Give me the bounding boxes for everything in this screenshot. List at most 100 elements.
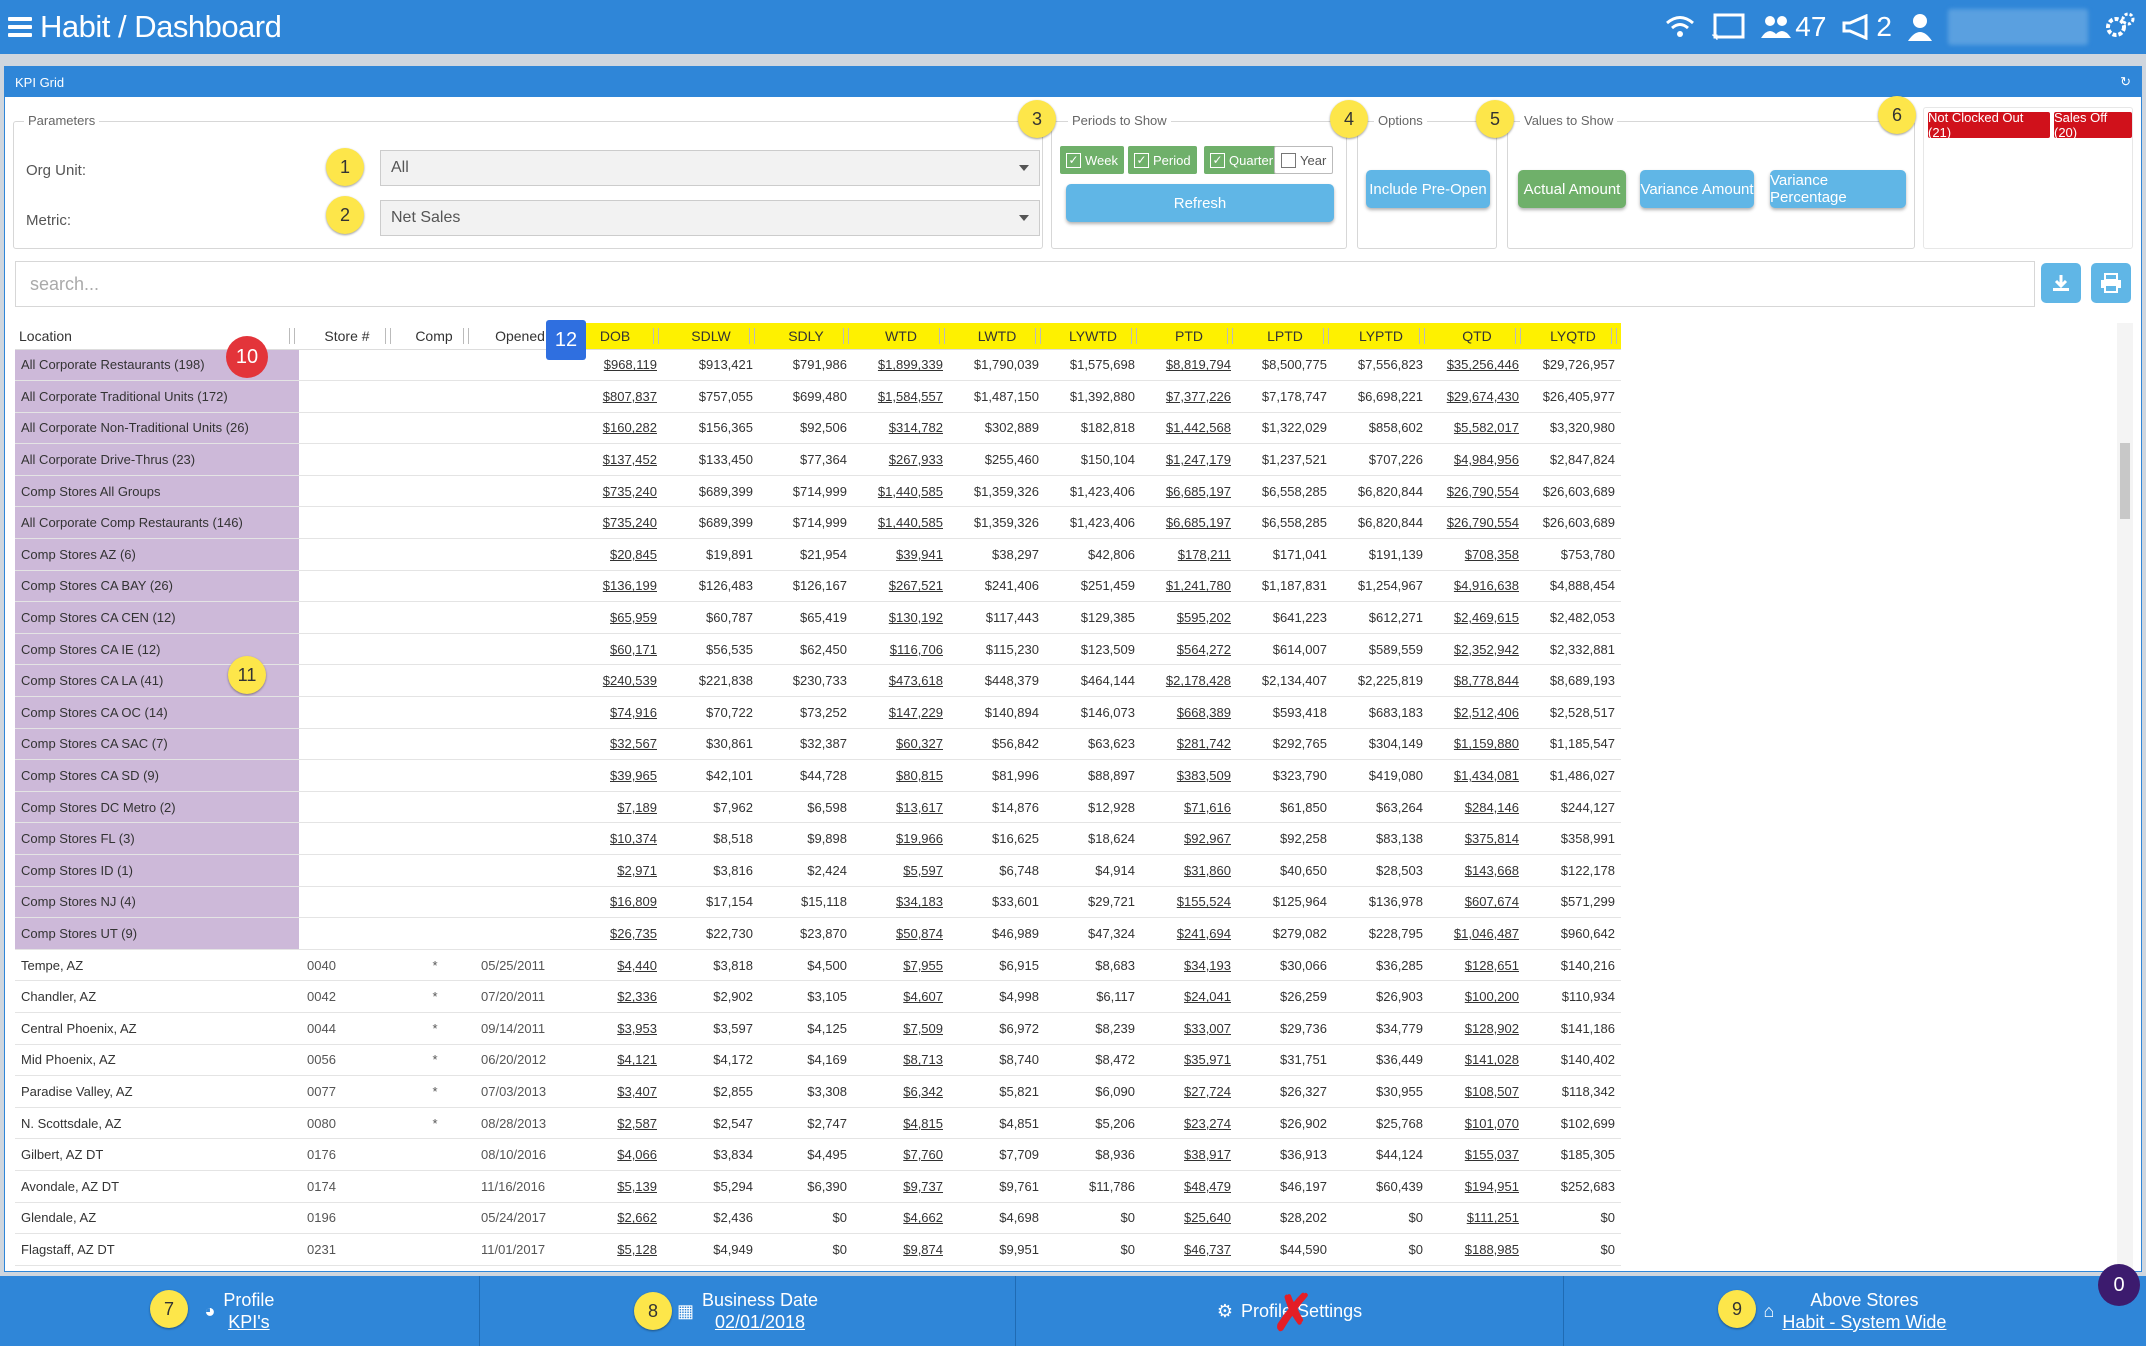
table-cell[interactable]: $3,953 xyxy=(567,1012,663,1045)
not-clocked-out-button[interactable]: Not Clocked Out (21) xyxy=(1928,110,2050,140)
table-cell[interactable]: $34,193 xyxy=(1141,949,1237,982)
drilldown-link[interactable]: $4,440 xyxy=(617,958,657,973)
column-header[interactable]: LYWTD xyxy=(1045,323,1141,350)
store-row[interactable]: Central Phoenix, AZ 0044 * 09/14/2011 $3,953… xyxy=(15,1012,1621,1045)
drilldown-link[interactable]: $267,933 xyxy=(889,452,943,467)
table-cell[interactable]: $473,618 xyxy=(853,664,949,698)
drilldown-link[interactable]: $267,521 xyxy=(889,578,943,593)
drilldown-link[interactable]: $130,192 xyxy=(889,610,943,625)
store-row[interactable]: Avondale, AZ DT 0174 11/16/2016 $5,139 $5,29… xyxy=(15,1170,1621,1203)
drilldown-link[interactable]: $116,706 xyxy=(890,642,943,657)
table-cell[interactable]: $38,917 xyxy=(1141,1138,1237,1171)
drilldown-link[interactable]: $92,967 xyxy=(1184,831,1231,846)
table-cell[interactable]: $48,479 xyxy=(1141,1170,1237,1203)
table-cell[interactable]: $147,229 xyxy=(853,696,949,729)
drilldown-link[interactable]: $595,202 xyxy=(1177,610,1231,625)
drilldown-link[interactable]: $80,815 xyxy=(896,768,943,783)
drilldown-link[interactable]: $155,037 xyxy=(1465,1147,1519,1162)
drilldown-link[interactable]: $4,984,956 xyxy=(1454,452,1519,467)
drilldown-link[interactable]: $34,183 xyxy=(896,894,943,909)
quarter-checkbox[interactable]: ✓ Quarter xyxy=(1204,146,1280,174)
drilldown-link[interactable]: $24,041 xyxy=(1184,989,1231,1004)
column-header[interactable]: SDLY xyxy=(759,323,853,350)
include-pre-open-button[interactable]: Include Pre-Open xyxy=(1366,170,1490,208)
table-cell[interactable]: $10,374 xyxy=(567,822,663,855)
table-cell[interactable]: $2,336 xyxy=(567,980,663,1013)
table-cell[interactable]: $668,389 xyxy=(1141,696,1237,729)
drilldown-link[interactable]: $188,985 xyxy=(1465,1242,1519,1257)
drilldown-link[interactable]: $7,377,226 xyxy=(1166,389,1231,404)
org-unit-select[interactable]: All xyxy=(380,150,1040,186)
group-row[interactable]: All Corporate Non-Traditional Units (26)… xyxy=(15,412,1621,445)
table-cell[interactable]: $5,139 xyxy=(567,1170,663,1203)
table-cell[interactable]: $35,971 xyxy=(1141,1044,1237,1077)
drilldown-link[interactable]: $65,959 xyxy=(610,610,657,625)
refresh-icon[interactable]: ↻ xyxy=(2120,74,2131,90)
table-cell[interactable]: $735,240 xyxy=(567,475,663,508)
table-cell[interactable]: $9,874 xyxy=(853,1233,949,1266)
table-cell[interactable]: $1,046,487 xyxy=(1429,917,1525,950)
drilldown-link[interactable]: $111,251 xyxy=(1467,1210,1519,1225)
table-cell[interactable]: $267,933 xyxy=(853,443,949,476)
table-cell[interactable]: $178,211 xyxy=(1141,538,1237,571)
drilldown-link[interactable]: $2,512,406 xyxy=(1454,705,1519,720)
drilldown-link[interactable]: $383,509 xyxy=(1177,768,1231,783)
table-cell[interactable]: $194,951 xyxy=(1429,1170,1525,1203)
table-cell[interactable]: $25,640 xyxy=(1141,1202,1237,1235)
table-cell[interactable]: $5,582,017 xyxy=(1429,412,1525,445)
drilldown-link[interactable]: $5,139 xyxy=(617,1179,657,1194)
drilldown-link[interactable]: $136,199 xyxy=(603,578,657,593)
drilldown-link[interactable]: $9,737 xyxy=(903,1179,943,1194)
column-header[interactable]: QTD xyxy=(1429,323,1525,350)
drilldown-link[interactable]: $6,342 xyxy=(903,1084,943,1099)
table-cell[interactable]: $240,539 xyxy=(567,664,663,698)
people-icon[interactable]: 47 xyxy=(1761,11,1826,43)
table-cell[interactable]: $20,845 xyxy=(567,538,663,571)
table-cell[interactable]: $2,469,615 xyxy=(1429,601,1525,634)
notification-badge[interactable]: 0 xyxy=(2098,1264,2140,1306)
drilldown-link[interactable]: $4,662 xyxy=(903,1210,943,1225)
drilldown-link[interactable]: $1,440,585 xyxy=(878,484,943,499)
table-cell[interactable]: $23,274 xyxy=(1141,1107,1237,1140)
drilldown-link[interactable]: $31,860 xyxy=(1184,863,1231,878)
table-cell[interactable]: $5,128 xyxy=(567,1233,663,1266)
drilldown-link[interactable]: $137,452 xyxy=(603,452,657,467)
period-checkbox[interactable]: ✓ Period xyxy=(1128,146,1197,174)
table-cell[interactable]: $807,837 xyxy=(567,380,663,413)
table-cell[interactable]: $564,272 xyxy=(1141,633,1237,666)
column-header[interactable]: PTD xyxy=(1141,323,1237,350)
table-cell[interactable]: $60,171 xyxy=(567,633,663,666)
table-cell[interactable]: $35,256,446 xyxy=(1429,349,1525,382)
table-cell[interactable]: $16,809 xyxy=(567,886,663,919)
drilldown-link[interactable]: $281,742 xyxy=(1177,736,1231,751)
drilldown-link[interactable]: $50,874 xyxy=(896,926,943,941)
group-row[interactable]: All Corporate Comp Restaurants (146) $735… xyxy=(15,506,1621,540)
drilldown-link[interactable]: $668,389 xyxy=(1177,705,1231,720)
print-button[interactable] xyxy=(2091,263,2131,303)
group-row[interactable]: Comp Stores CA SD (9) $39,965 $42,101 $44,7… xyxy=(15,759,1621,792)
download-button[interactable] xyxy=(2041,263,2081,303)
drilldown-link[interactable]: $29,674,430 xyxy=(1447,389,1519,404)
group-row[interactable]: Comp Stores CA CEN (12) $65,959 $60,787 $65… xyxy=(15,601,1621,634)
table-cell[interactable]: $8,713 xyxy=(853,1044,949,1077)
store-row[interactable]: Paradise Valley, AZ 0077 * 07/03/2013 $3,407… xyxy=(15,1075,1621,1108)
table-cell[interactable]: $6,685,197 xyxy=(1141,475,1237,508)
refresh-button[interactable]: Refresh xyxy=(1066,184,1334,222)
table-cell[interactable]: $3,407 xyxy=(567,1075,663,1108)
drilldown-link[interactable]: $2,178,428 xyxy=(1166,673,1231,688)
table-cell[interactable]: $60,327 xyxy=(853,728,949,761)
drilldown-link[interactable]: $968,119 xyxy=(604,357,657,372)
store-row[interactable]: Glendale, AZ 0196 05/24/2017 $2,662 $2,436 $0… xyxy=(15,1202,1621,1235)
drilldown-link[interactable]: $178,211 xyxy=(1178,547,1231,562)
drilldown-link[interactable]: $735,240 xyxy=(603,515,657,530)
drilldown-link[interactable]: $4,121 xyxy=(617,1052,657,1067)
drilldown-link[interactable]: $100,200 xyxy=(1465,989,1519,1004)
table-cell[interactable]: $80,815 xyxy=(853,759,949,792)
column-header[interactable]: LWTD xyxy=(949,323,1045,350)
table-cell[interactable]: $100,200 xyxy=(1429,980,1525,1013)
table-cell[interactable]: $13,617 xyxy=(853,791,949,824)
table-cell[interactable]: $1,899,339 xyxy=(853,349,949,382)
table-cell[interactable]: $111,251 xyxy=(1429,1202,1525,1235)
table-cell[interactable]: $4,916,638 xyxy=(1429,570,1525,603)
variance-percentage-button[interactable]: Variance Percentage xyxy=(1770,170,1906,208)
